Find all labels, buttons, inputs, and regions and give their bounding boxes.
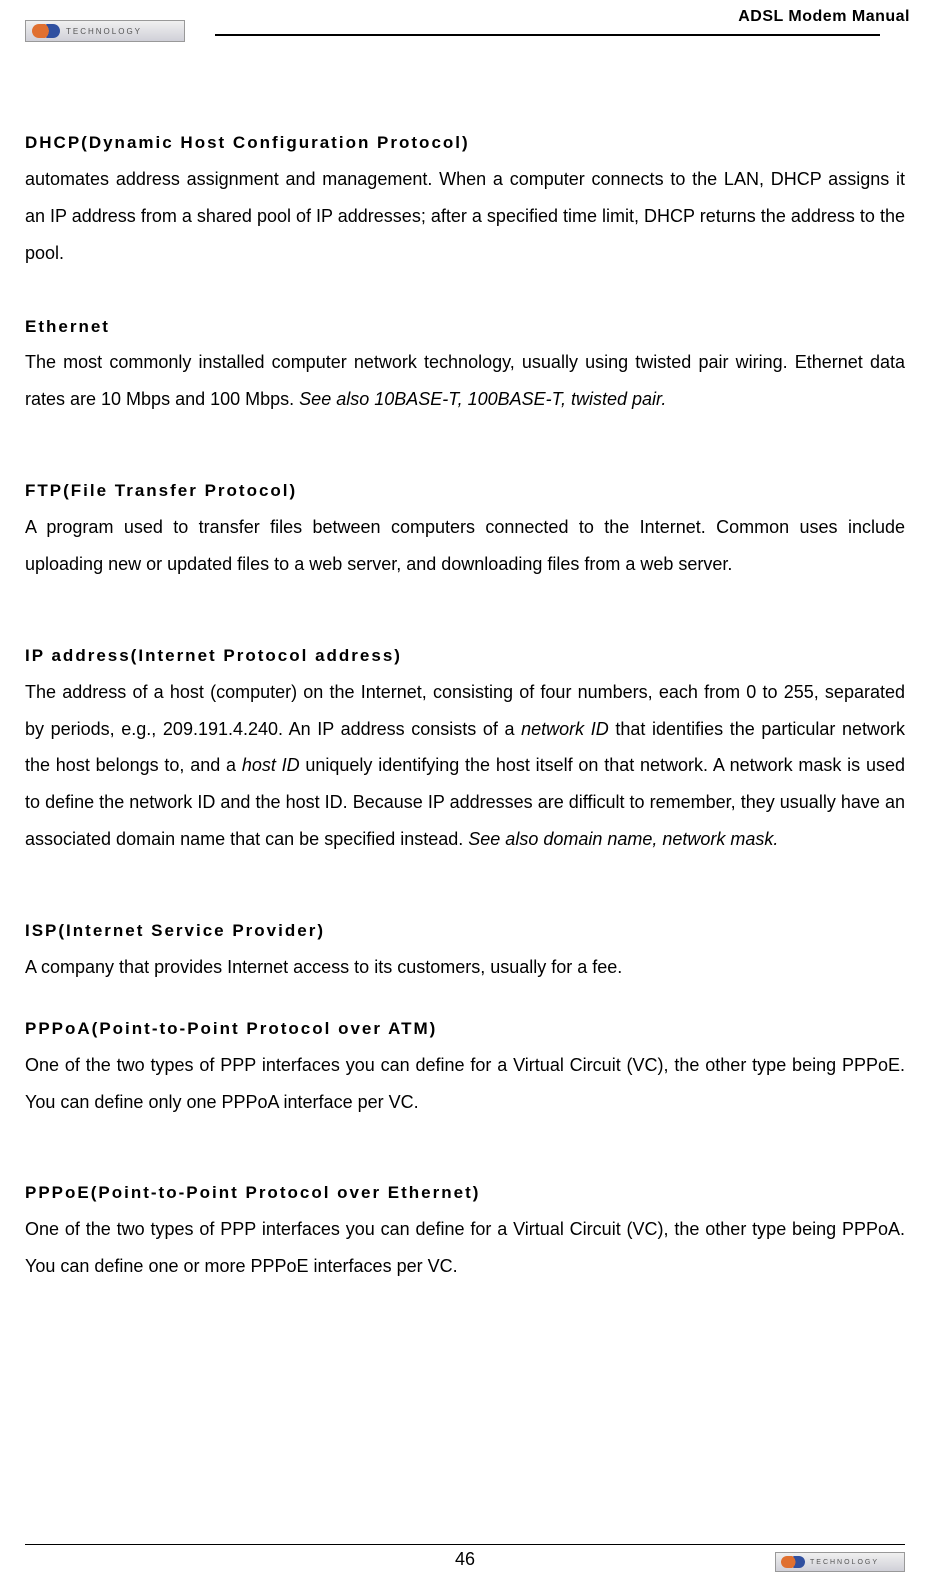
term-ftp: FTP(File Transfer Protocol) <box>25 474 905 509</box>
see-also-ip: See also domain name, network mask. <box>468 829 778 849</box>
def-pppoe: One of the two types of PPP interfaces y… <box>25 1211 905 1285</box>
footer-logo-text: TECHNOLOGY <box>810 1559 879 1566</box>
def-dhcp: automates address assignment and managem… <box>25 161 905 272</box>
page-footer: 46 TECHNOLOGY <box>0 1544 930 1570</box>
header-rule <box>215 34 880 36</box>
footer-rule <box>25 1544 905 1545</box>
footer-logo: TECHNOLOGY <box>775 1552 905 1572</box>
term-pppoa: PPPoA(Point-to-Point Protocol over ATM) <box>25 1012 905 1047</box>
term-pppoe: PPPoE(Point-to-Point Protocol over Ether… <box>25 1176 905 1211</box>
def-pppoa: One of the two types of PPP interfaces y… <box>25 1047 905 1121</box>
term-isp: ISP(Internet Service Provider) <box>25 914 905 949</box>
term-ethernet: Ethernet <box>25 310 905 345</box>
logo-swirl-icon <box>32 24 60 38</box>
term-ip: IP address(Internet Protocol address) <box>25 639 905 674</box>
def-ip: The address of a host (computer) on the … <box>25 674 905 858</box>
see-also-ethernet: See also 10BASE-T, 100BASE-T, twisted pa… <box>299 389 666 409</box>
page-header: ADSL Modem Manual TECHNOLOGY <box>0 0 930 36</box>
em-network-id: network ID <box>521 719 609 739</box>
term-dhcp: DHCP(Dynamic Host Configuration Protocol… <box>25 126 905 161</box>
header-logo: TECHNOLOGY <box>25 20 185 42</box>
header-logo-text: TECHNOLOGY <box>66 27 142 36</box>
page: ADSL Modem Manual TECHNOLOGY DHCP(Dynami… <box>0 0 930 1590</box>
def-ftp: A program used to transfer files between… <box>25 509 905 583</box>
logo-swirl-icon <box>781 1556 805 1568</box>
content: DHCP(Dynamic Host Configuration Protocol… <box>0 36 930 1285</box>
def-isp: A company that provides Internet access … <box>25 949 905 986</box>
def-ethernet: The most commonly installed computer net… <box>25 344 905 418</box>
em-host-id: host ID <box>242 755 300 775</box>
